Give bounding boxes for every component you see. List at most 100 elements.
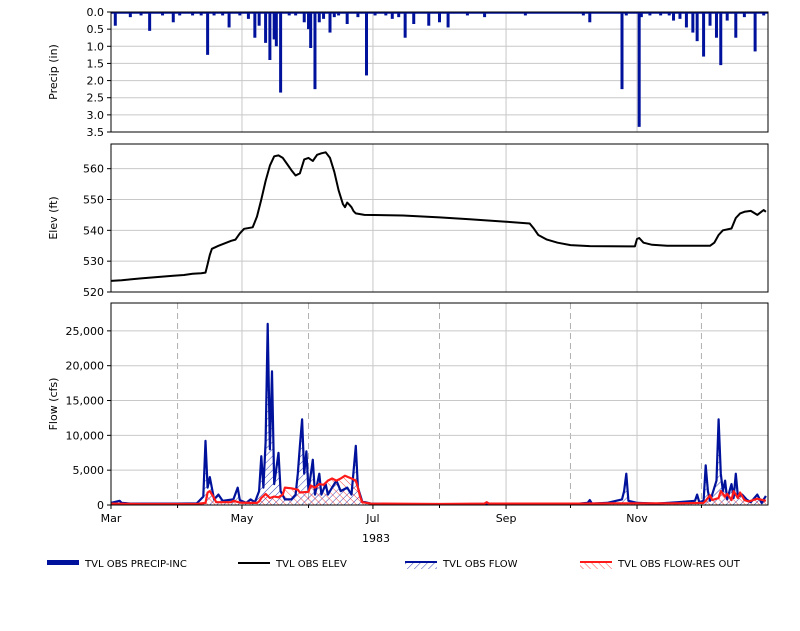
precip-bar (246, 12, 250, 19)
precip-bar (302, 12, 306, 23)
y-tick-label: 2.0 (87, 75, 105, 88)
elev-y-ticks: 520 530 540 550 560 (83, 163, 111, 299)
precip-bar (672, 12, 676, 21)
hydrograph-figure: 0.0 0.5 1.0 1.5 2.0 2.5 3.0 3.5 Precip (in) 520… (0, 0, 800, 627)
precip-bar (221, 12, 225, 16)
legend-label: TVL OBS PRECIP-INC (84, 559, 187, 570)
y-tick-label: 0 (97, 499, 104, 512)
precip-bar (702, 12, 706, 57)
precip-bar (384, 12, 388, 16)
precip-bar (637, 12, 641, 127)
flow-panel: 0 5,000 10,000 15,000 20,000 25,000 Flow (cfs… (47, 302, 769, 512)
precip-bar (356, 12, 360, 18)
legend-item: TVL OBS FLOW (405, 559, 518, 570)
y-tick-label: 540 (83, 224, 104, 237)
x-tick-label: Sep (496, 512, 517, 525)
x-tick-label: Mar (101, 512, 122, 525)
precip-bar (403, 12, 407, 38)
legend-swatch-resout-hatch (580, 562, 612, 569)
y-tick-label: 0.5 (87, 23, 105, 36)
precip-bar (373, 12, 377, 16)
precip-bar (345, 12, 349, 24)
precip-bar (294, 12, 298, 16)
precip-y-ticks: 0.0 0.5 1.0 1.5 2.0 2.5 3.0 3.5 (87, 6, 111, 139)
legend: TVL OBS PRECIP-INC TVL OBS ELEV TVL OBS FL… (47, 559, 741, 570)
precip-bar (667, 12, 671, 16)
precip-bar (742, 12, 746, 18)
precip-bar (206, 12, 210, 55)
precip-bar (691, 12, 695, 33)
precip-bar (317, 12, 321, 23)
y-tick-label: 560 (83, 163, 104, 176)
legend-item: TVL OBS ELEV (238, 559, 347, 570)
x-tick-label: Jul (365, 512, 379, 525)
precip-bar (238, 12, 242, 16)
y-tick-label: 15,000 (66, 395, 105, 408)
precip-bar (523, 12, 527, 16)
precip-bar (483, 12, 487, 18)
precip-bar (128, 12, 132, 18)
y-tick-label: 550 (83, 194, 104, 207)
legend-item: TVL OBS FLOW-RES OUT (580, 559, 741, 570)
chart-svg: 0.0 0.5 1.0 1.5 2.0 2.5 3.0 3.5 Precip (in) 520… (47, 6, 769, 570)
y-tick-label: 530 (83, 255, 104, 268)
precip-bar (427, 12, 431, 26)
precip-bar (465, 12, 469, 16)
precip-bar (695, 12, 699, 42)
legend-label: TVL OBS FLOW-RES OUT (617, 559, 741, 570)
elev-panel: 520 530 540 550 560 Elev (ft) (47, 143, 769, 299)
y-tick-label: 520 (83, 286, 104, 299)
precip-bar (365, 12, 368, 76)
precip-bar (161, 12, 165, 16)
precip-bar (734, 12, 738, 38)
y-tick-label: 25,000 (66, 325, 105, 338)
legend-item: TVL OBS PRECIP-INC (47, 559, 187, 570)
legend-label: TVL OBS FLOW (442, 559, 518, 570)
y-tick-label: 0.0 (87, 6, 105, 19)
precip-bar (199, 12, 203, 16)
x-axis-label: 1983 (362, 532, 390, 545)
y-tick-label: 5,000 (73, 464, 105, 477)
precip-bar (212, 12, 216, 16)
x-tick-label: May (231, 512, 254, 525)
precip-bar (588, 12, 592, 23)
precip-bar (620, 12, 624, 90)
precip-bar (139, 12, 143, 16)
precip-bar (113, 12, 117, 26)
y-tick-label: 3.0 (87, 109, 105, 122)
precip-bar (322, 12, 326, 19)
precip-bar (412, 12, 416, 24)
precip-bar (753, 12, 757, 52)
precip-bar (581, 12, 585, 16)
precip-bar (624, 12, 628, 16)
precip-bar (264, 12, 268, 43)
precip-bar (684, 12, 688, 28)
precip-bar (438, 12, 441, 23)
precip-bar (397, 12, 401, 18)
precip-bar (659, 12, 663, 16)
precip-bar (274, 12, 278, 47)
precip-bar (227, 12, 231, 28)
precip-plot-area (111, 12, 768, 132)
precip-bar (390, 12, 394, 19)
elev-y-axis-label: Elev (ft) (47, 196, 60, 239)
precip-bar (178, 12, 182, 16)
precip-bar (313, 12, 317, 90)
precip-bar (328, 12, 332, 33)
precip-bar (309, 12, 313, 48)
precip-bar (268, 12, 272, 60)
precip-bar (257, 12, 261, 26)
precip-bar (725, 12, 729, 21)
y-tick-label: 10,000 (66, 429, 105, 442)
y-tick-label: 3.5 (87, 126, 105, 139)
y-tick-label: 20,000 (66, 360, 105, 373)
flow-y-axis-label: Flow (cfs) (47, 378, 60, 431)
x-axis-ticks: Mar May Jul Sep Nov (101, 505, 702, 525)
precip-bar (279, 12, 283, 93)
precip-bar (253, 12, 257, 38)
precip-bar (648, 12, 652, 16)
legend-label: TVL OBS ELEV (275, 559, 347, 570)
precip-bar (678, 12, 682, 19)
precip-bar (714, 12, 718, 38)
x-tick-label: Nov (626, 512, 648, 525)
